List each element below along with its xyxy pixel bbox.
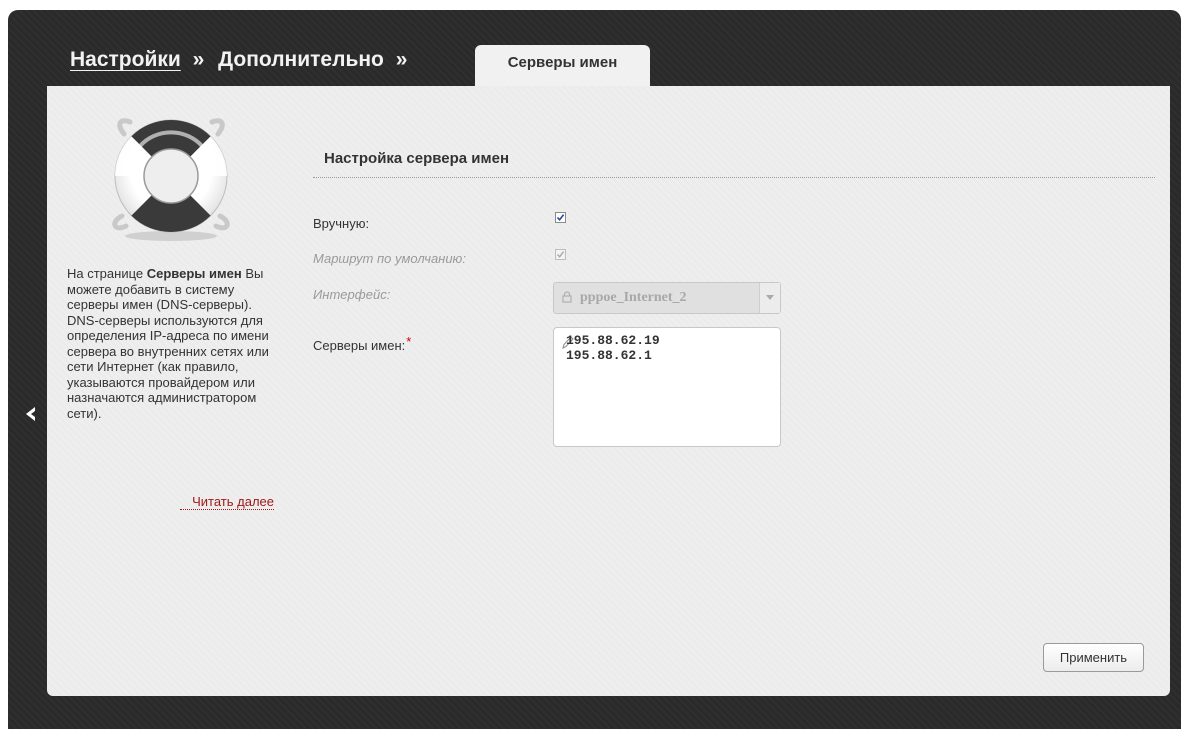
checkmark-icon bbox=[556, 251, 565, 258]
breadcrumb-settings-link[interactable]: Настройки bbox=[70, 48, 181, 71]
required-mark: * bbox=[406, 334, 412, 349]
interface-select[interactable]: pppoe_Internet_2 bbox=[553, 282, 781, 314]
apply-button[interactable]: Применить bbox=[1043, 643, 1144, 672]
checkmark-icon bbox=[556, 214, 565, 222]
help-page-name: Серверы имен bbox=[146, 266, 242, 281]
breadcrumb-advanced-link[interactable]: Дополнительно bbox=[218, 48, 384, 71]
breadcrumb-separator: » bbox=[395, 48, 408, 71]
help-body: Вы можете добавить в систему серверы име… bbox=[67, 266, 269, 421]
breadcrumb: Настройки » Дополнительно » bbox=[70, 48, 415, 78]
manual-checkbox[interactable] bbox=[555, 212, 566, 223]
name-servers-textarea[interactable]: 195.88.62.19 195.88.62.1 bbox=[553, 327, 781, 447]
default-route-label: Маршрут по умолчанию: bbox=[313, 251, 466, 266]
lock-icon bbox=[562, 291, 572, 303]
name-servers-label-text: Серверы имен: bbox=[313, 338, 406, 353]
interface-value: pppoe_Internet_2 bbox=[580, 290, 687, 305]
chevron-left-icon bbox=[26, 407, 35, 421]
default-route-checkbox[interactable] bbox=[555, 249, 566, 260]
tab-name-servers[interactable]: Серверы имен bbox=[475, 45, 650, 86]
back-button[interactable] bbox=[20, 402, 44, 426]
section-title: Настройка сервера имен bbox=[324, 150, 510, 167]
interface-label: Интерфейс: bbox=[313, 287, 391, 302]
breadcrumb-separator: » bbox=[192, 48, 205, 71]
name-servers-value: 195.88.62.19 195.88.62.1 bbox=[566, 333, 660, 363]
manual-label: Вручную: bbox=[313, 216, 370, 231]
lifebuoy-icon bbox=[100, 112, 242, 242]
read-more-link[interactable]: Читать далее bbox=[180, 494, 274, 510]
help-text: На странице Серверы имен Вы можете добав… bbox=[67, 266, 277, 421]
help-intro: На странице bbox=[67, 266, 147, 281]
section-divider bbox=[313, 177, 1155, 178]
name-servers-label: Серверы имен:* bbox=[313, 334, 411, 353]
chevron-down-icon bbox=[766, 295, 774, 300]
select-arrow[interactable] bbox=[759, 283, 780, 313]
